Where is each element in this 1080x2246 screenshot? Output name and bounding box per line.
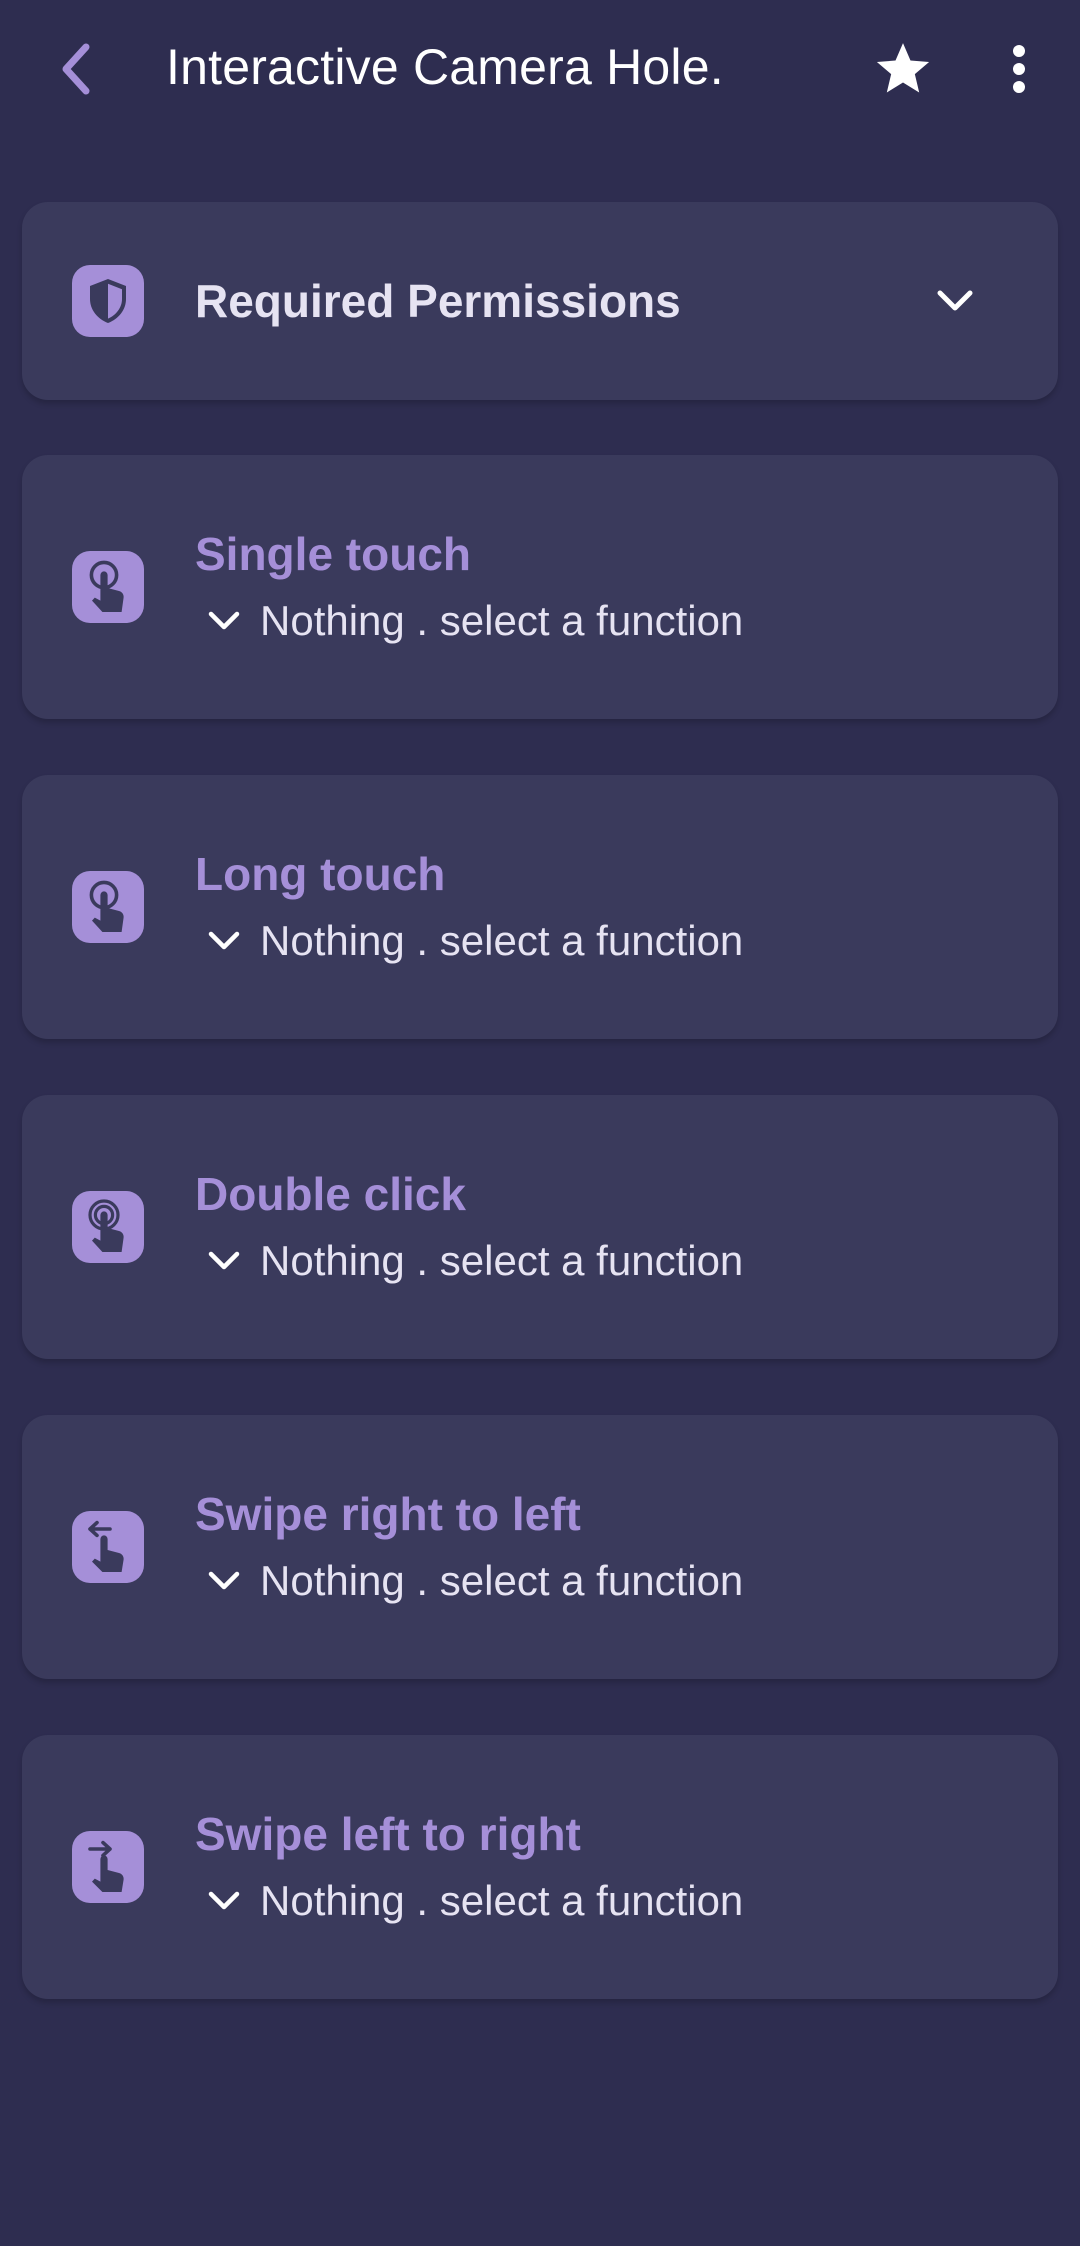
gesture-title: Swipe right to left [195, 1488, 581, 1540]
function-selector[interactable]: Nothing . select a function [202, 1553, 743, 1609]
function-selector[interactable]: Nothing . select a function [202, 1873, 743, 1929]
back-button[interactable] [46, 34, 106, 104]
function-value: Nothing . select a function [260, 917, 744, 964]
more-vert-icon [1013, 45, 1025, 93]
gesture-card-double-click[interactable]: Double click Nothing . select a function [22, 1095, 1058, 1359]
gesture-card-single-touch[interactable]: Single touch Nothing . select a function [22, 455, 1058, 719]
function-selector[interactable]: Nothing . select a function [202, 593, 743, 649]
chevron-down-icon [202, 1879, 246, 1923]
gesture-card-swipe-right-to-left[interactable]: Swipe right to left Nothing . select a f… [22, 1415, 1058, 1679]
more-options-button[interactable] [992, 36, 1046, 102]
chevron-down-icon[interactable] [930, 276, 980, 326]
chevron-down-icon [202, 919, 246, 963]
chevron-down-icon [202, 1239, 246, 1283]
gesture-title: Swipe left to right [195, 1808, 581, 1860]
single-touch-icon [72, 551, 144, 623]
function-selector[interactable]: Nothing . select a function [202, 1233, 743, 1289]
permissions-card[interactable]: Required Permissions [22, 202, 1058, 400]
page-title: Interactive Camera Hole. [166, 39, 724, 95]
gesture-card-swipe-left-to-right[interactable]: Swipe left to right Nothing . select a f… [22, 1735, 1058, 1999]
star-icon [876, 43, 930, 93]
gesture-title: Double click [195, 1168, 466, 1220]
function-selector[interactable]: Nothing . select a function [202, 913, 743, 969]
double-click-icon [72, 1191, 144, 1263]
chevron-down-icon [202, 1559, 246, 1603]
long-touch-icon [72, 871, 144, 943]
gesture-title: Single touch [195, 528, 471, 580]
favorite-button[interactable] [870, 36, 936, 102]
gesture-title: Long touch [195, 848, 446, 900]
function-value: Nothing . select a function [260, 1557, 744, 1604]
chevron-down-icon [202, 599, 246, 643]
function-value: Nothing . select a function [260, 1237, 744, 1284]
app-bar: Interactive Camera Hole. [0, 0, 1080, 140]
back-arrow-icon [62, 43, 90, 95]
shield-icon [72, 265, 144, 337]
function-value: Nothing . select a function [260, 597, 744, 644]
gesture-card-long-touch[interactable]: Long touch Nothing . select a function [22, 775, 1058, 1039]
function-value: Nothing . select a function [260, 1877, 744, 1924]
permissions-title: Required Permissions [195, 275, 681, 327]
swipe-left-icon [72, 1511, 144, 1583]
swipe-right-icon [72, 1831, 144, 1903]
